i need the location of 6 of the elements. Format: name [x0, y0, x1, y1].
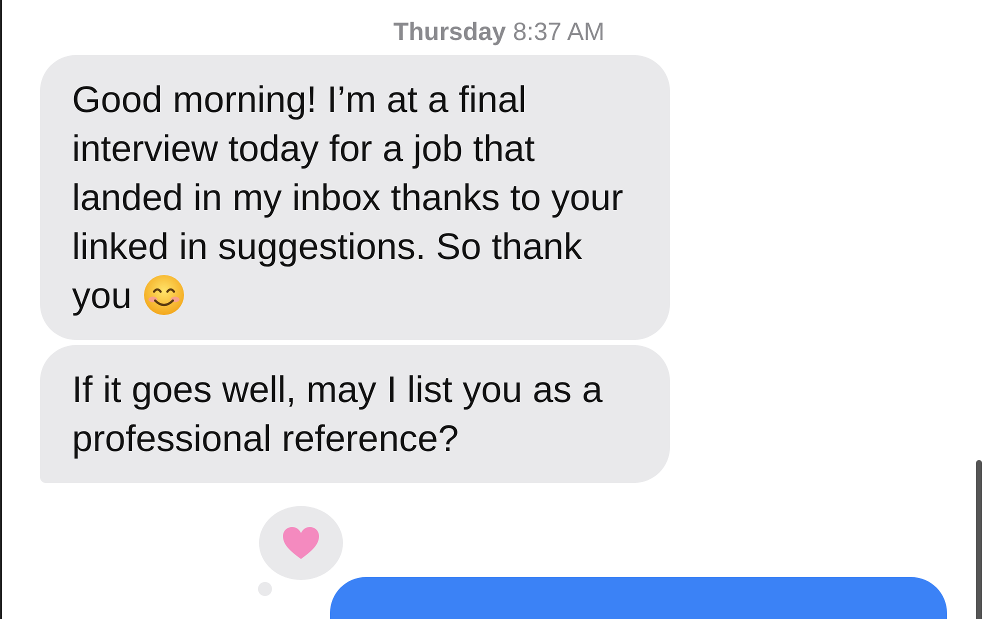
message-bubble: If it goes well, may I list you as a professional reference?: [40, 345, 670, 483]
scrollbar[interactable]: [976, 460, 982, 619]
heart-icon: [283, 527, 319, 559]
message-bubble: Good morning! I’m at a final interview today for a job that landed in my inbox thanks to your linked in suggestions. So thank you: [40, 55, 670, 340]
reaction-bubble[interactable]: [258, 506, 343, 596]
timestamp: Thursday 8:37 AM: [393, 18, 605, 46]
